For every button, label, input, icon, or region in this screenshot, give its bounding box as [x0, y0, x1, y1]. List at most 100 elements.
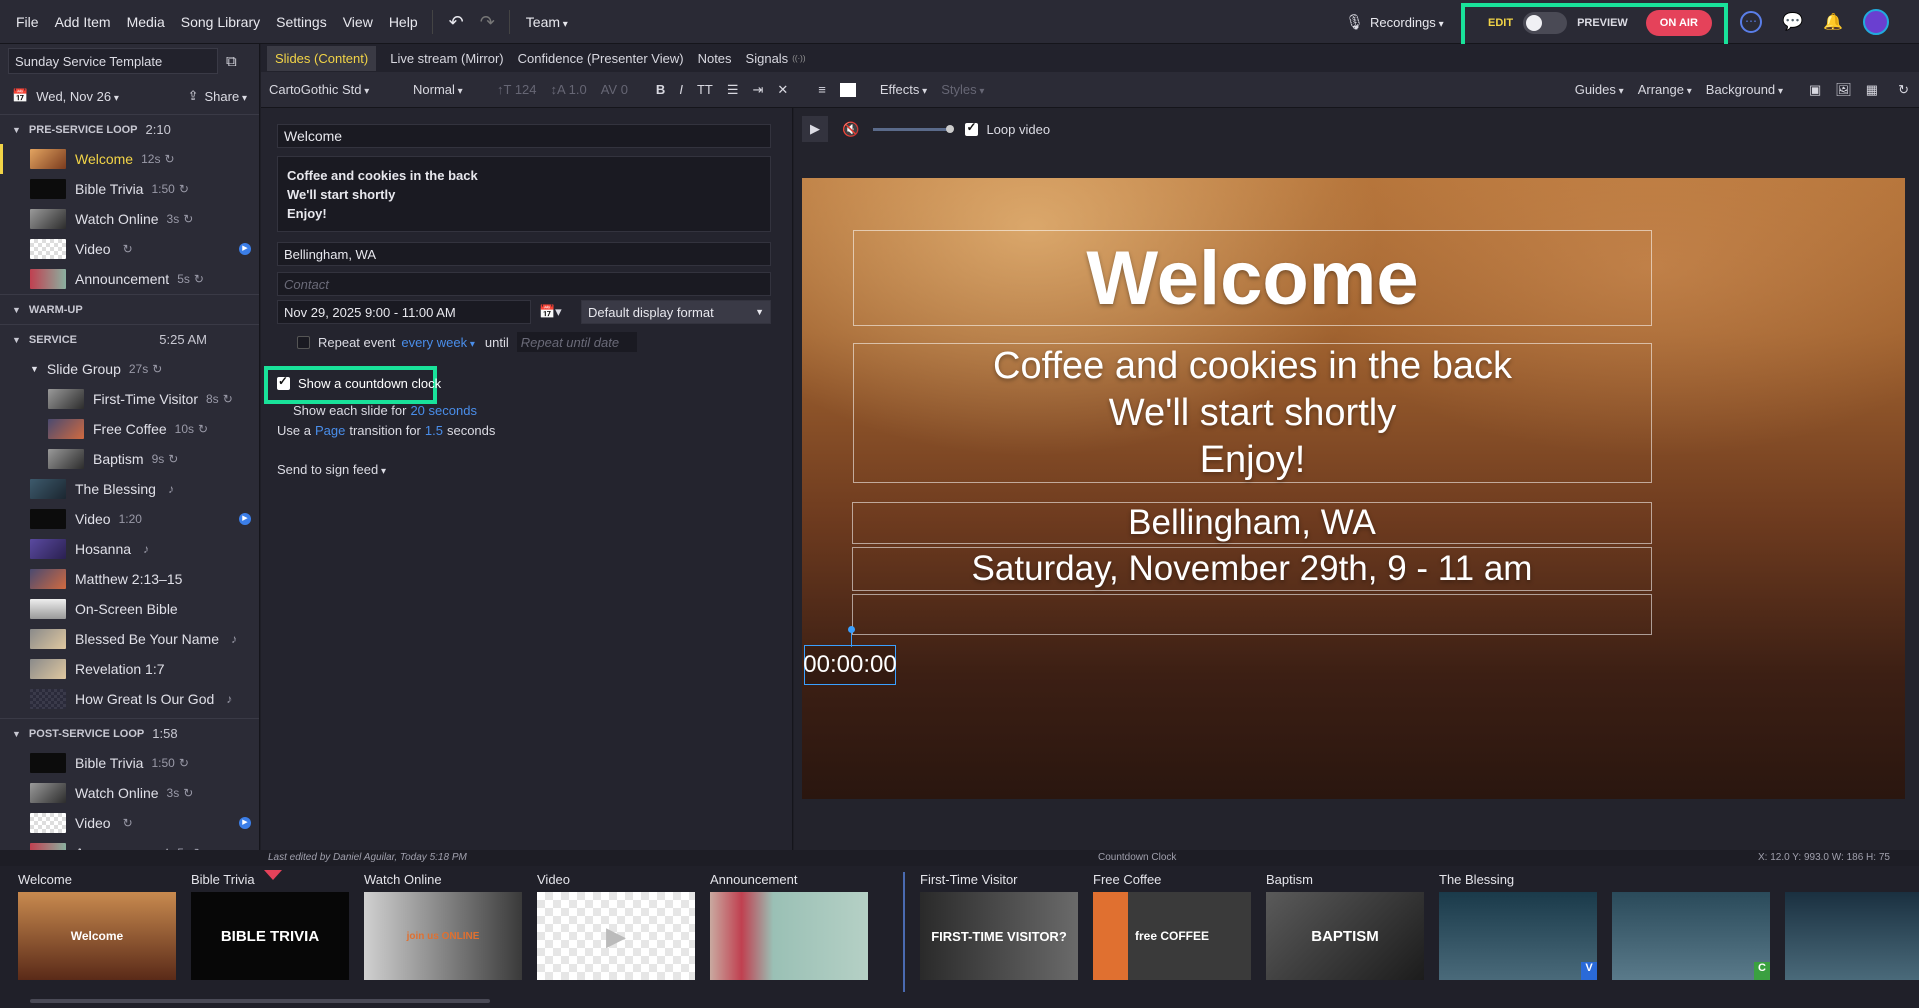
title-field[interactable]: Welcome [277, 124, 771, 148]
mute-icon[interactable]: 🔇 [842, 121, 859, 138]
undo-icon[interactable]: ↶ [449, 12, 464, 33]
transition-type-link[interactable]: Page [315, 423, 345, 438]
color-swatch[interactable] [839, 82, 856, 97]
slide-group[interactable]: ▼ Slide Group 27s ↻ [0, 354, 259, 384]
filmstrip-card[interactable] [1785, 872, 1919, 980]
rundown-item[interactable]: Hosanna ♪ [0, 534, 259, 564]
rundown-item[interactable]: Bible Trivia 1:50 ↻ [0, 748, 259, 778]
tab-notes[interactable]: Notes [698, 51, 732, 66]
image-icon[interactable]: 🖼 [1835, 82, 1852, 98]
service-date[interactable]: Wed, Nov 26 [36, 89, 119, 104]
slide-empty-box[interactable] [852, 594, 1652, 635]
rundown-item[interactable]: Watch Online 3s ↻ [0, 204, 259, 234]
slide-body[interactable]: Coffee and cookies in the back We'll star… [853, 343, 1652, 483]
play-video-icon[interactable]: ▶ [239, 817, 251, 829]
letter-spacing-input[interactable]: AV 0 [601, 82, 628, 97]
play-video-icon[interactable]: ▶ [239, 513, 251, 525]
rundown-item[interactable]: The Blessing ♪ [0, 474, 259, 504]
filmstrip-card[interactable]: Video ▶ [537, 872, 695, 980]
countdown-clock[interactable]: 00:00:00 [803, 645, 897, 685]
bell-icon[interactable]: 🔔 [1823, 12, 1843, 32]
filmstrip-card[interactable]: Watch Online join us ONLINE [364, 872, 522, 980]
datetime-field[interactable]: Nov 29, 2025 9:00 - 11:00 AM [277, 300, 531, 324]
on-air-button[interactable]: ON AIR [1645, 10, 1712, 36]
rotate-handle[interactable] [848, 626, 855, 633]
sign-feed-menu[interactable]: Send to sign feed [277, 462, 386, 477]
slide-duration-link[interactable]: 20 seconds [410, 403, 477, 418]
menu-file[interactable]: File [16, 14, 39, 30]
play-button[interactable]: ▶ [802, 116, 828, 142]
rundown-item[interactable]: First-Time Visitor 8s ↻ [0, 384, 259, 414]
font-size-input[interactable]: ↑T 124 [497, 82, 537, 97]
align-icon[interactable]: ≡ [818, 82, 826, 97]
repeat-until-field[interactable]: Repeat until date [516, 332, 637, 352]
rundown-item[interactable]: On-Screen Bible [0, 594, 259, 624]
contact-field[interactable]: Contact [277, 272, 771, 296]
filmstrip-card[interactable]: First-Time Visitor FIRST-TIME VISITOR? [920, 872, 1078, 980]
filmstrip-card[interactable]: Free Coffee free COFFEE [1093, 872, 1251, 980]
filmstrip-card[interactable]: The Blessing V [1439, 872, 1597, 980]
rundown-item[interactable]: Announcement5s↻ [0, 264, 259, 294]
body-textarea[interactable]: Coffee and cookies in the back We'll star… [277, 156, 771, 232]
play-video-icon[interactable]: ▶ [239, 243, 251, 255]
share-menu[interactable]: Share [204, 89, 247, 104]
section-pre-service-loop[interactable]: ▼ PRE-SERVICE LOOP 2:10 [0, 114, 259, 144]
service-name-field[interactable]: Sunday Service Template [8, 48, 218, 74]
rundown-item[interactable]: Watch Online 3s ↻ [0, 778, 259, 808]
style-select[interactable]: Normal [413, 82, 483, 97]
rundown-item[interactable]: Matthew 2:13–15 [0, 564, 259, 594]
filmstrip-card[interactable]: C [1612, 872, 1770, 980]
tab-confidence[interactable]: Confidence (Presenter View) [518, 51, 684, 66]
menu-add-item[interactable]: Add Item [55, 14, 111, 30]
recordings-menu[interactable]: Recordings [1370, 15, 1444, 30]
loop-video-checkbox[interactable] [965, 120, 979, 136]
rundown-item[interactable]: Video ↻ ▶ [0, 808, 259, 838]
menu-help[interactable]: Help [389, 14, 418, 30]
filmstrip-card[interactable]: Baptism BAPTISM [1266, 872, 1424, 980]
edit-preview-toggle[interactable] [1523, 12, 1568, 34]
redo-icon[interactable]: ↷ [480, 12, 495, 33]
filmstrip-scrollbar[interactable] [30, 999, 490, 1003]
indent-icon[interactable]: ⇥ [752, 82, 763, 98]
rundown-item[interactable]: Announcement5s↻ [0, 838, 259, 850]
calendar-icon[interactable]: 📅▾ [539, 304, 562, 320]
section-warm-up[interactable]: ▼ WARM-UP [0, 294, 259, 324]
rundown-item[interactable]: Video ↻ ▶ [0, 234, 259, 264]
countdown-checkbox[interactable] [277, 374, 290, 390]
styles-menu[interactable]: Styles [941, 82, 984, 97]
more-icon[interactable]: ⋯ [1740, 11, 1762, 33]
menu-settings[interactable]: Settings [276, 14, 327, 30]
text-case-icon[interactable]: TT [697, 82, 713, 97]
filmstrip-card[interactable]: Announcement [710, 872, 868, 980]
list-icon[interactable]: ☰ [727, 82, 739, 98]
repeat-frequency[interactable]: every week [401, 335, 475, 350]
italic-button[interactable]: I [679, 82, 683, 97]
transition-duration-link[interactable]: 1.5 [425, 423, 443, 438]
rundown-item[interactable]: Free Coffee 10s ↻ [0, 414, 259, 444]
clear-format-icon[interactable]: ✕ [777, 82, 788, 98]
rundown-item[interactable]: Video 1:20 ▶ [0, 504, 259, 534]
slide-location[interactable]: Bellingham, WA [852, 502, 1652, 544]
menu-song-library[interactable]: Song Library [181, 14, 260, 30]
effects-menu[interactable]: Effects [880, 82, 927, 97]
background-menu[interactable]: Background [1706, 82, 1783, 97]
menu-media[interactable]: Media [127, 14, 165, 30]
font-select[interactable]: CartoGothic Std [269, 82, 399, 97]
menu-view[interactable]: View [343, 14, 373, 30]
slide-date[interactable]: Saturday, November 29th, 9 - 11 am [852, 547, 1652, 591]
filmstrip-card[interactable]: Bible Trivia BIBLE TRIVIA [191, 872, 349, 980]
bold-button[interactable]: B [656, 82, 665, 97]
new-window-icon[interactable]: ⧉ [226, 53, 237, 70]
tab-slides-content[interactable]: Slides (Content) [267, 45, 377, 71]
rundown-item[interactable]: Welcome 12s ↻ [0, 144, 259, 174]
slide-canvas[interactable]: Welcome Coffee and cookies in the back We… [802, 178, 1905, 799]
line-height-input[interactable]: ↕A 1.0 [551, 82, 587, 97]
team-menu[interactable]: Team [526, 14, 568, 30]
chat-icon[interactable]: 💬 [1782, 12, 1803, 32]
rundown-item[interactable]: Bible Trivia 1:50 ↻ [0, 174, 259, 204]
location-field[interactable]: Bellingham, WA [277, 242, 771, 266]
arrange-menu[interactable]: Arrange [1638, 82, 1692, 97]
filmstrip-card[interactable]: Welcome Welcome [18, 872, 176, 980]
grid-icon[interactable]: ▦ [1866, 82, 1878, 98]
slide-title[interactable]: Welcome [853, 230, 1652, 326]
